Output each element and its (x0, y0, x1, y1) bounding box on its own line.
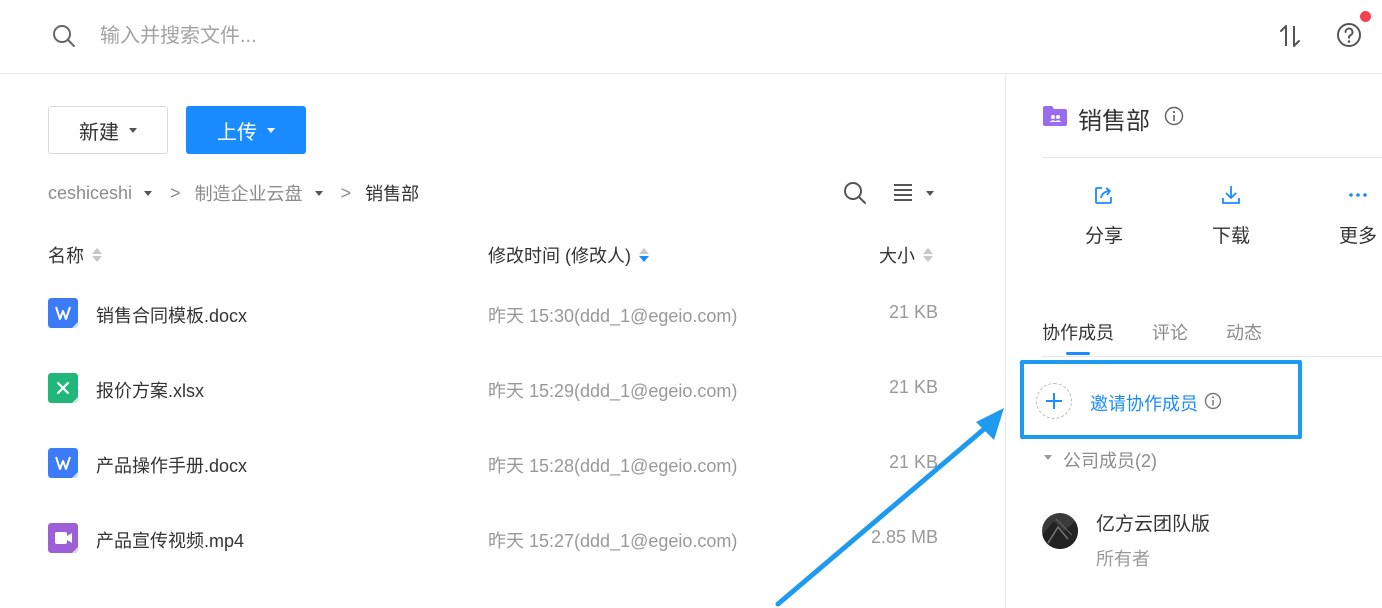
group-collapse-icon[interactable] (1044, 455, 1052, 460)
add-collaborator-button[interactable] (1036, 383, 1072, 419)
active-tab-indicator (1066, 352, 1090, 355)
tab-activity[interactable]: 动态 (1226, 319, 1262, 345)
caret-down-icon[interactable] (314, 190, 323, 196)
breadcrumb-separator: > (170, 182, 181, 203)
column-label: 修改时间 (修改人) (488, 246, 631, 266)
divider (1042, 356, 1382, 357)
share-icon (1095, 187, 1112, 204)
word-file-icon (48, 448, 78, 478)
avatar (1042, 513, 1078, 549)
table-row[interactable]: 产品操作手册.docx 昨天 15:28(ddd_1@egeio.com) 21… (48, 444, 948, 484)
sort-icon (923, 248, 933, 262)
details-pane: 销售部 分享 下载 更多 协作成员 评论 动态 邀请协作成员 公司成员(2) 亿… (1006, 75, 1382, 608)
sort-icon (639, 248, 649, 262)
search-icon[interactable] (843, 181, 867, 205)
table-row[interactable]: 产品宣传视频.mp4 昨天 15:27(ddd_1@egeio.com) 2.8… (48, 519, 948, 559)
caret-down-icon[interactable] (144, 190, 153, 196)
file-name[interactable]: 报价方案.xlsx (96, 377, 204, 403)
breadcrumb-label: ceshiceshi (48, 182, 133, 203)
help-icon[interactable] (1336, 22, 1362, 48)
breadcrumb-separator: > (340, 182, 352, 203)
chevron-down-icon (129, 127, 137, 133)
info-icon[interactable] (1204, 392, 1222, 410)
file-size: 21 KB (888, 377, 938, 397)
download-action[interactable]: 下载 (1191, 183, 1271, 248)
breadcrumb-item[interactable]: 制造企业云盘 (195, 180, 323, 206)
column-header-name[interactable]: 名称 (48, 242, 102, 268)
column-label: 大小 (879, 246, 915, 266)
file-list-pane: 新建 上传 ceshiceshi > 制造企业云盘 > 销售部 名称 修改时间 … (0, 75, 1005, 608)
divider (1042, 157, 1382, 158)
video-file-icon (48, 523, 78, 553)
tab-comments[interactable]: 评论 (1152, 319, 1188, 345)
member-group-label[interactable]: 公司成员(2) (1063, 447, 1157, 473)
file-name[interactable]: 销售合同模板.docx (96, 302, 247, 328)
column-header-size[interactable]: 大小 (879, 242, 933, 268)
avatar-image (1042, 513, 1078, 549)
file-size: 21 KB (888, 452, 938, 472)
table-row[interactable]: 销售合同模板.docx 昨天 15:30(ddd_1@egeio.com) 21… (48, 294, 948, 334)
excel-file-icon (48, 373, 78, 403)
member-role: 所有者 (1096, 549, 1150, 569)
file-name[interactable]: 产品宣传视频.mp4 (96, 527, 244, 553)
file-size: 21 KB (888, 302, 938, 322)
action-label: 更多 (1338, 226, 1377, 247)
column-label: 名称 (48, 246, 84, 266)
breadcrumb-label: 销售部 (365, 184, 420, 204)
more-action[interactable]: 更多 (1318, 183, 1382, 248)
upload-button[interactable]: 上传 (186, 106, 306, 154)
download-icon (1222, 186, 1240, 204)
file-name[interactable]: 产品操作手册.docx (96, 452, 247, 478)
word-file-icon (48, 298, 78, 328)
tab-collaborators[interactable]: 协作成员 (1042, 319, 1114, 345)
search-icon[interactable] (52, 24, 76, 48)
top-search-bar (0, 0, 1382, 74)
plus-icon (1046, 393, 1062, 409)
breadcrumb-item[interactable]: ceshiceshi (48, 182, 153, 204)
folder-title: 销售部 (1078, 108, 1150, 135)
file-size: 2.85 MB (870, 527, 938, 547)
breadcrumb: ceshiceshi > 制造企业云盘 > 销售部 (48, 181, 419, 205)
file-modified: 昨天 15:29(ddd_1@egeio.com) (488, 381, 738, 401)
info-icon[interactable] (1164, 106, 1184, 126)
breadcrumb-label: 制造企业云盘 (194, 184, 303, 204)
file-modified: 昨天 15:28(ddd_1@egeio.com) (488, 456, 738, 476)
chevron-down-icon[interactable] (926, 191, 934, 196)
new-button-label: 新建 (79, 121, 119, 144)
column-header-modified[interactable]: 修改时间 (修改人) (488, 242, 649, 268)
upload-button-label: 上传 (217, 121, 257, 144)
invite-collaborators-link[interactable]: 邀请协作成员 (1090, 390, 1198, 416)
notification-dot (1360, 11, 1371, 22)
details-tabs: 协作成员 评论 动态 (1042, 319, 1262, 345)
file-modified: 昨天 15:27(ddd_1@egeio.com) (488, 531, 738, 551)
list-view-icon[interactable] (892, 181, 914, 203)
shared-folder-icon (1043, 106, 1067, 126)
action-label: 下载 (1211, 226, 1250, 247)
more-icon (1349, 193, 1367, 197)
sort-icon (92, 248, 102, 262)
action-label: 分享 (1084, 226, 1123, 247)
chevron-down-icon (267, 127, 275, 133)
search-input[interactable] (100, 20, 700, 52)
table-row[interactable]: 报价方案.xlsx 昨天 15:29(ddd_1@egeio.com) 21 K… (48, 369, 948, 409)
share-action[interactable]: 分享 (1064, 183, 1144, 248)
new-button[interactable]: 新建 (48, 106, 168, 154)
member-name: 亿方云团队版 (1096, 514, 1211, 535)
breadcrumb-current: 销售部 (365, 180, 419, 206)
sort-icon[interactable] (1276, 22, 1304, 50)
file-modified: 昨天 15:30(ddd_1@egeio.com) (488, 306, 738, 326)
